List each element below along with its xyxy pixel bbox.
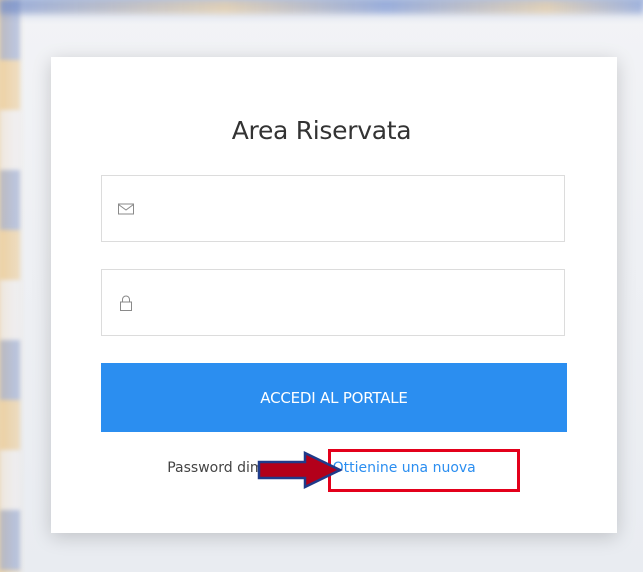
arrow-annotation-icon [257,451,343,489]
highlight-box [328,449,520,492]
password-input[interactable] [146,270,554,335]
envelope-icon [117,200,135,218]
password-field[interactable] [101,269,565,336]
lock-icon [117,294,135,312]
login-button[interactable]: ACCEDI AL PORTALE [101,363,567,432]
email-input[interactable] [146,176,554,241]
page-title: Area Riservata [231,116,412,145]
email-field[interactable] [101,175,565,242]
